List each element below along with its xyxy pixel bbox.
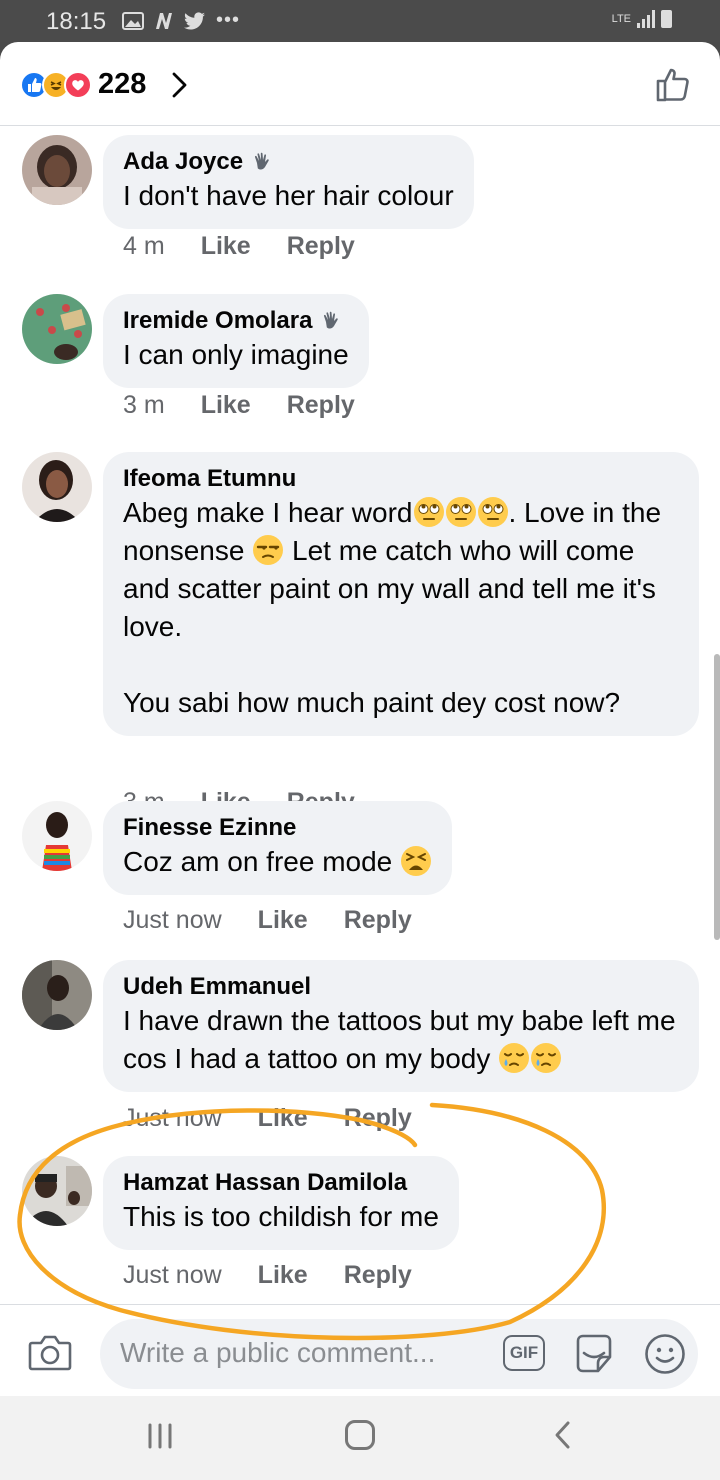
comment-actions: Just now Like Reply [123,906,448,935]
commenter-name[interactable]: Iremide Omolara [123,306,349,336]
avatar[interactable] [22,452,92,522]
reply-comment-button[interactable]: Reply [344,906,412,935]
commenter-name-text[interactable]: Iremide Omolara [123,306,312,336]
reply-comment-button[interactable]: Reply [287,391,355,420]
comment-bubble[interactable]: Finesse Ezinne Coz am on free mode [103,801,453,895]
comment-bubble[interactable]: Ifeoma Etumnu Abeg make I hear word. Lov… [103,452,699,736]
comment-time: Just now [123,906,222,934]
commenter-name-text[interactable]: Hamzat Hassan Damilola [123,1168,407,1198]
status-bar: 18:15 ••• LTE [0,0,720,42]
comment-text: I have drawn the tattoos but my babe lef… [123,1002,679,1078]
comment-text-part: You sabi how much paint dey cost now? [123,687,621,718]
network-type: LTE [611,13,631,25]
comment-text: I don't have her hair colour [123,180,454,211]
comment-time: Just now [123,1261,222,1289]
like-comment-button[interactable]: Like [201,232,251,261]
news-n-icon [156,12,172,29]
reaction-count: 228 [98,68,147,100]
camera-icon[interactable] [28,1333,72,1373]
comments-sheet: 228 Ada Joyce I don't have her hair colo… [0,42,720,1396]
home-icon[interactable] [345,1420,375,1450]
comment-time: 4 m [123,232,165,260]
commenter-name-text[interactable]: Udeh Emmanuel [123,972,311,1002]
commenter-name-text[interactable]: Ifeoma Etumnu [123,464,296,494]
comment-time: 3 m [123,391,165,419]
like-comment-button[interactable]: Like [201,391,251,420]
comment-actions: Just now Like Reply [123,1261,448,1290]
reactions-summary[interactable]: 228 [20,68,194,101]
comment-field[interactable]: GIF [100,1319,698,1389]
comment-text-part: Abeg make I hear word [123,497,413,528]
commenter-name[interactable]: Ifeoma Etumnu [123,464,679,494]
eye-roll-emoji-icon [477,497,508,527]
eye-roll-emoji-icon [445,497,476,527]
unamused-emoji-icon [253,535,284,565]
comment-text: This is too childish for me [123,1201,439,1232]
reply-comment-button[interactable]: Reply [344,1261,412,1290]
emoji-icon[interactable] [644,1333,686,1375]
love-reaction-icon [64,70,92,99]
gallery-icon [122,11,144,30]
comment-bubble[interactable]: Udeh Emmanuel I have drawn the tattoos b… [103,960,699,1092]
comment-text: Abeg make I hear word. Love in the nonse… [123,494,679,722]
commenter-name[interactable]: Finesse Ezinne [123,813,432,843]
scrollbar[interactable] [714,654,720,940]
system-nav-bar [0,1396,720,1480]
comment-bubble[interactable]: Ada Joyce I don't have her hair colour [103,135,474,229]
comment-input[interactable] [120,1337,490,1369]
sleepy-face-emoji-icon [531,1043,562,1073]
avatar[interactable] [22,135,92,205]
avatar[interactable] [22,1156,92,1226]
comments-header: 228 [0,42,720,126]
commenter-name-text[interactable]: Finesse Ezinne [123,813,296,843]
comment-actions: 3 m Like Reply [123,391,391,420]
status-right: LTE [612,10,672,28]
like-post-button[interactable] [654,64,694,104]
more-notifications-icon: ••• [216,9,241,31]
comment-text-part: Coz am on free mode [123,846,401,877]
avatar[interactable] [22,960,92,1030]
status-time: 18:15 [46,8,107,35]
tired-face-emoji-icon [401,846,432,876]
comment-actions: 4 m Like Reply [123,232,391,261]
sleepy-face-emoji-icon [499,1043,530,1073]
battery-icon [661,10,672,28]
reply-comment-button[interactable]: Reply [287,232,355,261]
chevron-right-icon [172,72,187,97]
signal-icon [637,10,655,28]
gif-button[interactable]: GIF [503,1335,545,1371]
commenter-name[interactable]: Hamzat Hassan Damilola [123,1168,439,1198]
comment-text: Coz am on free mode [123,843,432,881]
avatar[interactable] [22,294,92,364]
comment-text-part: I have drawn the tattoos but my babe lef… [123,1005,684,1074]
comment-actions: Just now Like Reply [123,1104,448,1133]
recents-icon[interactable] [146,1423,174,1449]
avatar[interactable] [22,801,92,871]
like-comment-button[interactable]: Like [258,906,308,935]
twitter-icon [184,11,205,29]
notification-icons: ••• [122,9,240,32]
commenter-name-text[interactable]: Ada Joyce [123,147,243,177]
comment-time: Just now [123,1104,222,1132]
comment-bubble[interactable]: Hamzat Hassan Damilola This is too child… [103,1156,459,1250]
sticker-icon[interactable] [572,1333,616,1375]
comment-text: I can only imagine [123,339,349,370]
eye-roll-emoji-icon [413,497,444,527]
comment-composer: GIF [0,1304,720,1396]
like-comment-button[interactable]: Like [258,1261,308,1290]
wave-badge-icon [324,311,339,329]
comment-bubble[interactable]: Iremide Omolara I can only imagine [103,294,369,388]
commenter-name[interactable]: Ada Joyce [123,147,454,177]
like-comment-button[interactable]: Like [258,1104,308,1133]
back-icon[interactable] [552,1420,572,1450]
wave-badge-icon [255,152,269,170]
reply-comment-button[interactable]: Reply [344,1104,412,1133]
commenter-name[interactable]: Udeh Emmanuel [123,972,679,1002]
